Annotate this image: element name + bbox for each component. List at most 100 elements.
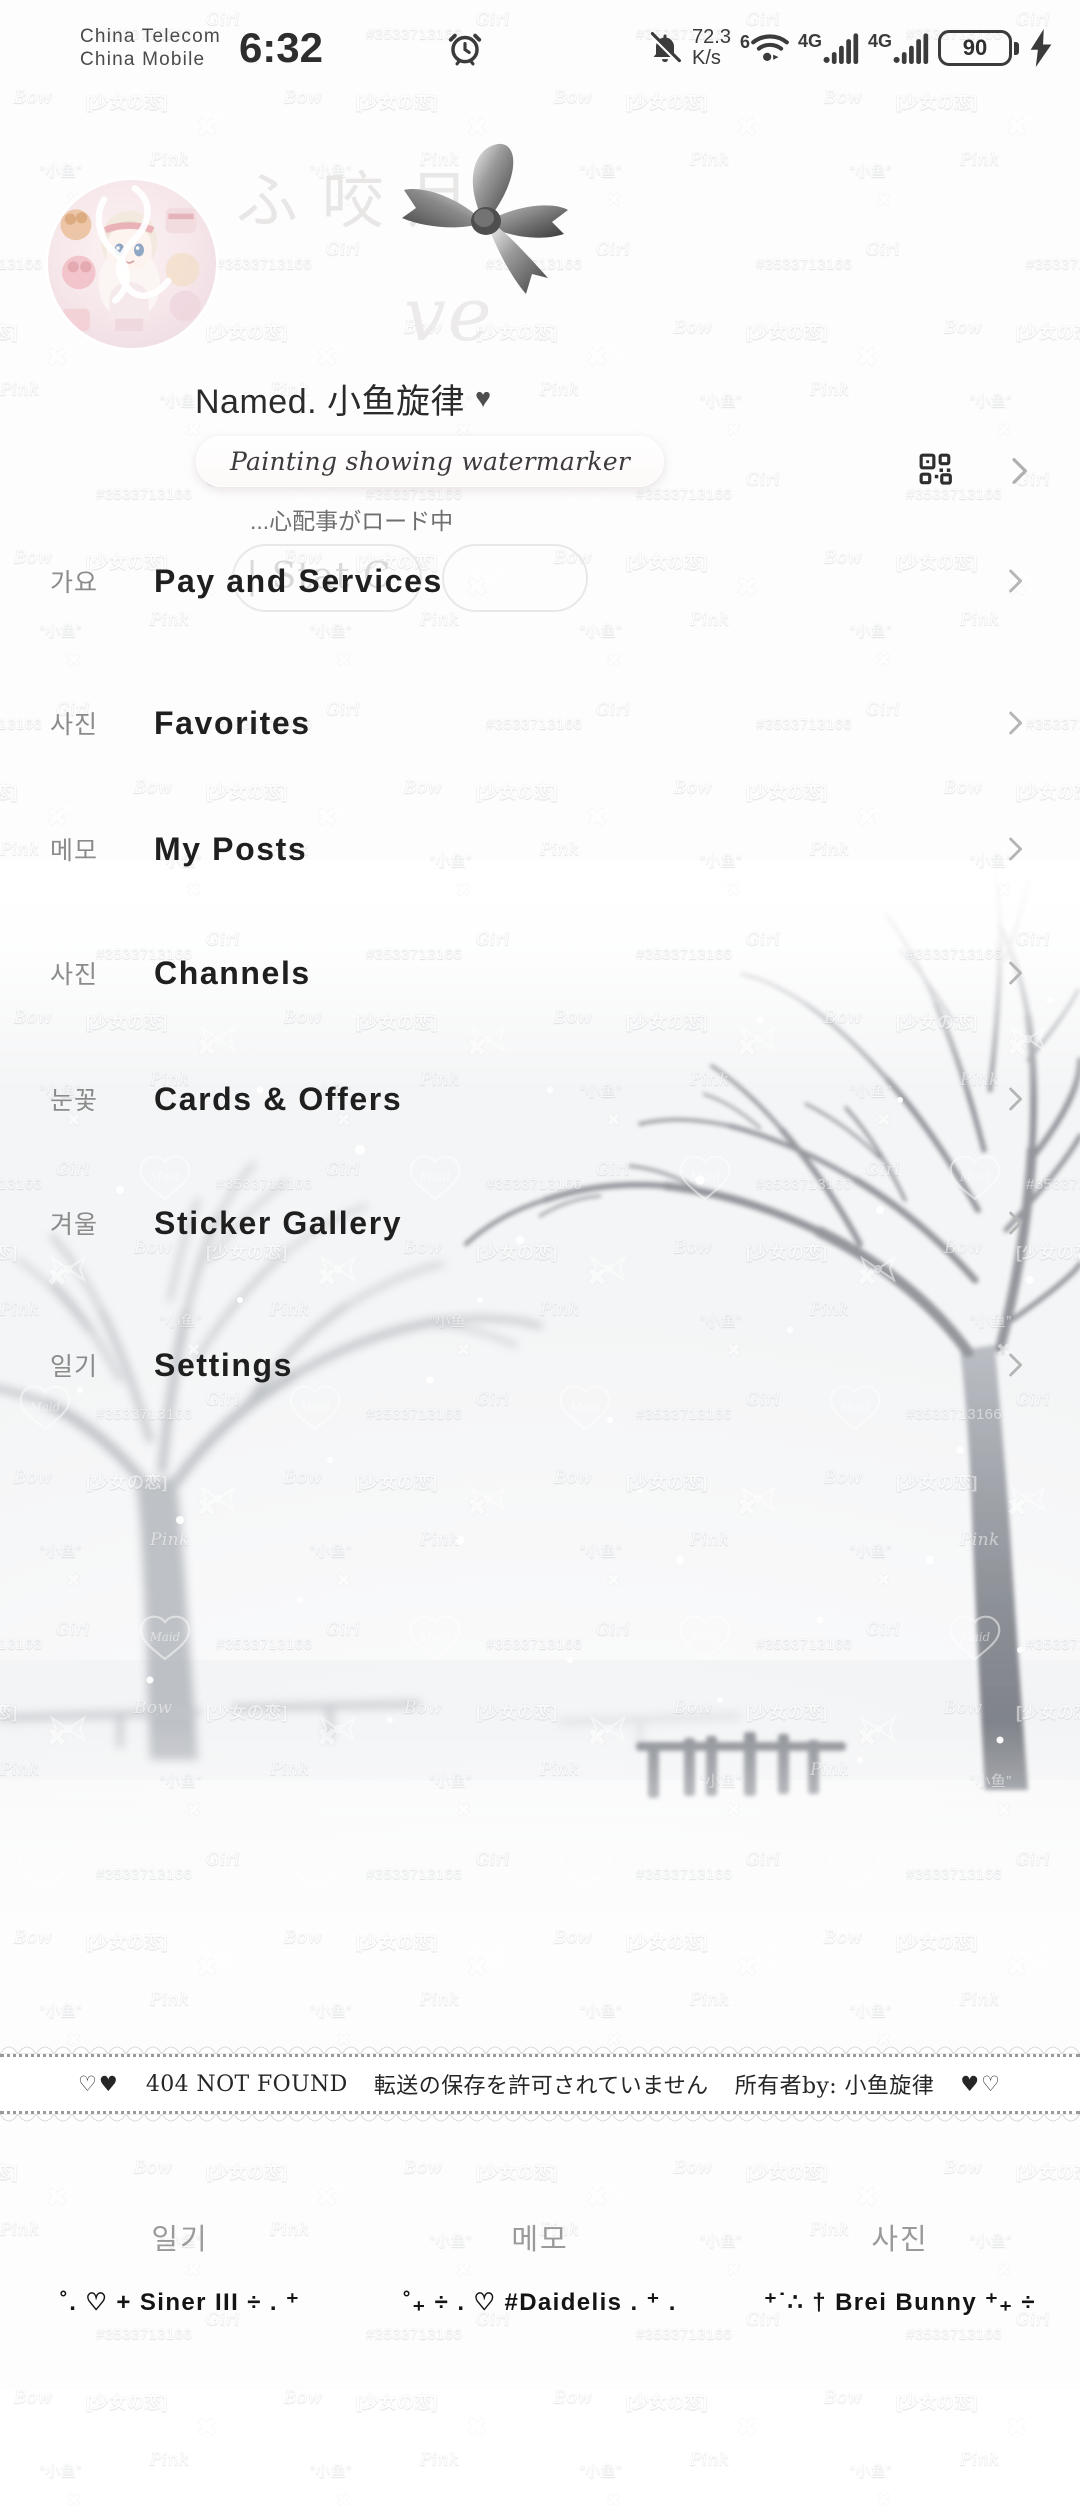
avatar[interactable]	[48, 180, 216, 348]
chevron-right-icon[interactable]	[1000, 708, 1030, 738]
watermark-bow-shape	[1008, 2404, 1048, 2434]
status-clock: 6:32	[238, 24, 323, 71]
watermark-sparkle-2: ✖	[336, 2490, 352, 2510]
menu-row-1-label: Favorites	[154, 704, 311, 741]
footer-column-1[interactable]: 메모 ˚₊ ÷ . ♡ #Daidelis . ⁺ .	[360, 2216, 720, 2317]
footer-column-0[interactable]: 일기 ˚. ♡ + Siner III ÷ . ⁺	[0, 2216, 360, 2317]
menu-row-4[interactable]: 눈꽃 Cards & Offers	[0, 1056, 1080, 1142]
watermark-sparkle-2: ✖	[876, 2490, 892, 2510]
watermark-bow-shape	[738, 2404, 778, 2434]
footer-column-2-tag: ⁺˙∴ † Brei Bunny ⁺₊ ÷	[764, 2289, 1036, 2316]
profile-header[interactable]: ふ 咬 月 ve Named. 小鱼旋律 ♥ Painting showing …	[0, 143, 1080, 612]
watermark-sparkle: ✖	[1006, 2412, 1028, 2442]
watermark-nick: “小鱼”	[580, 2463, 622, 2480]
profile-subtitle: ...心配事がロード中	[250, 508, 454, 534]
chevron-right-icon[interactable]	[1002, 454, 1036, 488]
banner-text-notice: 転送の保存を許可されていません	[373, 2074, 709, 2099]
watermark-bow-shape	[198, 2404, 238, 2434]
menu-row-5[interactable]: 겨울 Sticker Gallery	[0, 1180, 1080, 1266]
menu-row-0-label: Pay and Services	[154, 562, 443, 599]
signal-group-2: 4G	[868, 31, 929, 65]
banner-bar: ♡♥ 404 NOT FOUND 転送の保存を許可されていません 所有者by: …	[0, 2054, 1080, 2114]
battery-tip	[1014, 41, 1019, 55]
watermark-pink: Pink	[690, 2450, 730, 2470]
chevron-right-icon[interactable]	[1000, 1084, 1030, 1114]
ownership-banner: ♡♥ 404 NOT FOUND 転送の保存を許可されていません 所有者by: …	[0, 2040, 1080, 2128]
qr-code-icon[interactable]	[918, 452, 956, 490]
footer-column-2-kr: 사진	[871, 2224, 929, 2256]
chevron-right-icon[interactable]	[1000, 1208, 1030, 1238]
profile-actions	[918, 452, 1036, 490]
watermark-bow: Bow	[824, 2388, 863, 2408]
menu-row-5-label: Sticker Gallery	[154, 1204, 403, 1241]
menu-row-4-kr: 눈꽃	[50, 1087, 99, 1115]
avatar-anime-girl	[48, 180, 216, 348]
scene-fade-bottom	[0, 1720, 1080, 2040]
lightning-bolt-icon	[1030, 29, 1052, 67]
footer-tags: 일기 ˚. ♡ + Siner III ÷ . ⁺ 메모 ˚₊ ÷ . ♡ #D…	[0, 2216, 1080, 2317]
battery-level: 90	[938, 30, 1012, 66]
banner-text-404: 404 NOT FOUND	[145, 2071, 348, 2097]
profile-name: Named. 小鱼旋律	[195, 383, 465, 421]
watermark-bow-shape	[468, 2404, 508, 2434]
profile-tagline-pill[interactable]: Painting showing watermarker	[196, 436, 665, 487]
bow-icon	[402, 143, 568, 294]
menu-row-1-kr: 사진	[50, 711, 99, 739]
watermark-nick: “小鱼”	[850, 2463, 892, 2480]
watermark-series: [少女の恋]	[356, 2393, 438, 2412]
status-center	[323, 29, 647, 67]
menu-row-6-kr: 일기	[50, 1353, 99, 1381]
watermark-sparkle: ✖	[196, 2412, 218, 2442]
banner-hearts-right: ♥♡	[960, 2072, 1002, 2096]
menu-row-5-kr: 겨울	[50, 1211, 99, 1239]
carrier-labels: China Telecom China Mobile	[80, 25, 221, 71]
heart-icon: ♥	[475, 383, 492, 413]
menu-row-6[interactable]: 일기 Settings	[0, 1322, 1080, 1408]
signal-bars-icon	[823, 33, 859, 65]
watermark-pink: Pink	[960, 2450, 1000, 2470]
watermark-series: [少女の恋]	[896, 2393, 978, 2412]
alarm-clock-icon	[448, 33, 482, 66]
wifi-icon	[751, 34, 789, 61]
menu-row-3[interactable]: 사진 Channels	[0, 930, 1080, 1016]
footer-grid: 일기 ˚. ♡ + Siner III ÷ . ⁺ 메모 ˚₊ ÷ . ♡ #D…	[0, 2216, 1080, 2317]
menu-row-4-label: Cards & Offers	[154, 1080, 403, 1117]
menu-row-2[interactable]: 메모 My Posts	[0, 806, 1080, 892]
footer-column-0-tag: ˚. ♡ + Siner III ÷ . ⁺	[59, 2289, 301, 2316]
watermark-sparkle: ✖	[736, 2412, 758, 2442]
menu-row-3-label: Channels	[154, 954, 311, 991]
menu-row-1[interactable]: 사진 Favorites	[0, 680, 1080, 766]
watermark-series: [少女の恋]	[626, 2393, 708, 2412]
status-bar: China Telecom China Mobile 6:32 72.3 K/s…	[0, 0, 1080, 96]
chevron-right-icon[interactable]	[1000, 566, 1030, 596]
battery-indicator: 90	[938, 30, 1019, 66]
signal-group-1: 4G	[798, 31, 859, 65]
watermark-bow: Bow	[284, 2388, 323, 2408]
watermark-series: [少女の恋]	[86, 2393, 168, 2412]
signal-2-label: 4G	[867, 31, 892, 51]
menu-row-2-kr: 메모	[50, 837, 99, 865]
menu-row-2-label: My Posts	[154, 830, 308, 867]
watermark-sparkle-2: ✖	[606, 2490, 622, 2510]
network-speed: 72.3 K/s	[692, 27, 731, 69]
profile-name-row[interactable]: Named. 小鱼旋律 ♥	[195, 374, 491, 423]
footer-column-1-tag: ˚₊ ÷ . ♡ #Daidelis . ⁺ .	[403, 2289, 677, 2316]
chevron-right-icon[interactable]	[1000, 1350, 1030, 1380]
watermark-sparkle: ✖	[466, 2412, 488, 2442]
banner-hearts-left: ♡♥	[78, 2072, 120, 2096]
footer-column-2[interactable]: 사진 ⁺˙∴ † Brei Bunny ⁺₊ ÷	[720, 2216, 1080, 2317]
scallop-edge-bottom	[0, 2114, 1080, 2122]
menu-row-3-kr: 사진	[50, 961, 99, 989]
watermark-pink: Pink	[420, 2450, 460, 2470]
watermark-nick: “小鱼”	[310, 2463, 352, 2480]
network-speed-unit: K/s	[692, 47, 721, 69]
carrier-line-1: China Telecom	[80, 25, 221, 47]
carrier-line-2: China Mobile	[80, 49, 206, 70]
chevron-right-icon[interactable]	[1000, 834, 1030, 864]
menu-row-0[interactable]: 가요 Pay and Services	[0, 538, 1080, 624]
menu-row-0-kr: 가요	[50, 569, 99, 597]
footer-column-0-kr: 일기	[151, 2224, 209, 2256]
chevron-right-icon[interactable]	[1000, 958, 1030, 988]
bell-muted-icon	[649, 32, 681, 64]
watermark-bow: Bow	[14, 2388, 53, 2408]
